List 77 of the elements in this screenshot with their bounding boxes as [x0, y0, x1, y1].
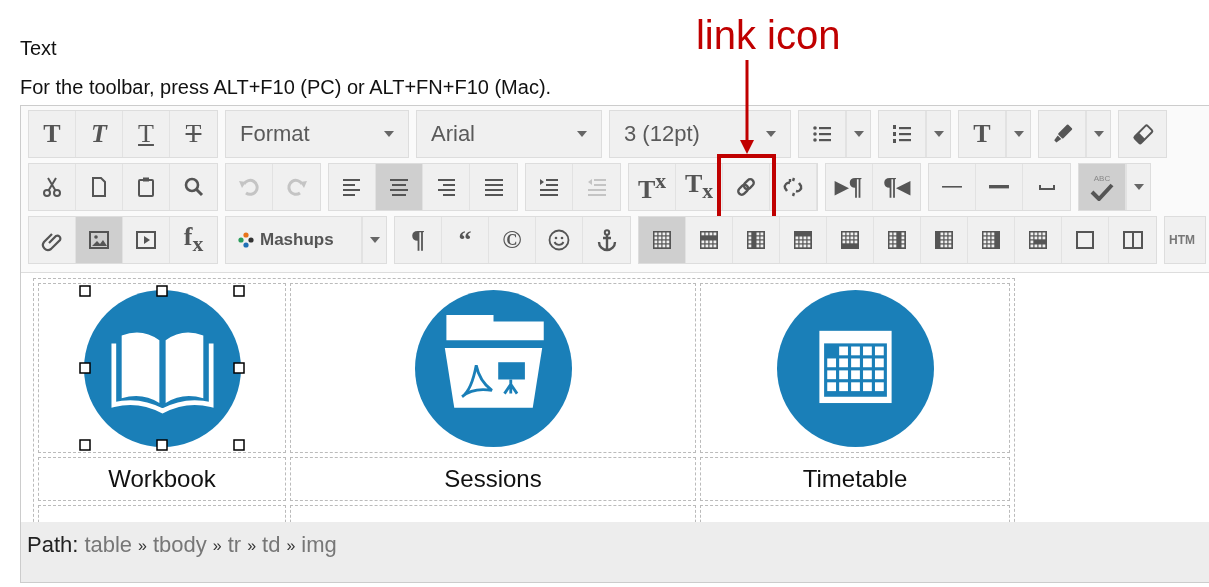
- caret-icon: [1013, 131, 1024, 137]
- toolbar-button[interactable]: ¶◂: [873, 164, 920, 210]
- toolbar-button[interactable]: T: [76, 111, 123, 157]
- caret-icon: [1133, 184, 1144, 190]
- caret-icon: [384, 131, 394, 137]
- space-icon: [1038, 184, 1055, 190]
- resize-handle[interactable]: [156, 439, 168, 451]
- table-icon: [932, 228, 956, 252]
- resize-handle[interactable]: [233, 362, 245, 374]
- resize-handle[interactable]: [79, 285, 91, 297]
- toolbar-button[interactable]: T$^{x}$: [629, 164, 676, 210]
- caret-icon: [369, 237, 380, 243]
- table-icon: [744, 228, 768, 252]
- resize-handle[interactable]: [233, 439, 245, 451]
- toolbar-button[interactable]: T: [959, 111, 1006, 157]
- columns-icon: [1120, 228, 1145, 252]
- checkmark-icon: [1089, 182, 1115, 201]
- breadcrumb-separator: »: [138, 536, 147, 556]
- breadcrumb-link[interactable]: td: [262, 532, 281, 558]
- eraser-icon: [1130, 122, 1155, 146]
- play-frame-icon: [134, 228, 158, 252]
- table-icon: [1026, 228, 1050, 252]
- breadcrumb-link[interactable]: table: [84, 532, 133, 558]
- thin-line-icon: [942, 186, 962, 188]
- table-icon: [885, 228, 909, 252]
- resize-handle[interactable]: [233, 285, 245, 297]
- path-label: Path:: [27, 532, 79, 558]
- table-icon: [838, 228, 862, 252]
- mashups-menu-button[interactable]: Mashups: [226, 217, 362, 263]
- table-icon: [791, 228, 815, 252]
- toolbar-button[interactable]: [639, 217, 686, 263]
- caret-icon: [766, 131, 776, 137]
- breadcrumb-separator: »: [247, 536, 257, 556]
- dropdown-select[interactable]: Arial: [417, 111, 601, 157]
- scissors-icon: [40, 175, 64, 199]
- dropdown-select[interactable]: 3 (12pt): [610, 111, 790, 157]
- toolbar-button[interactable]: [76, 217, 123, 263]
- table-icon: [650, 228, 674, 252]
- toolbar-button[interactable]: HTM: [1165, 217, 1205, 263]
- table-cell: Sessions: [444, 465, 542, 492]
- field-label: Text: [20, 36, 57, 60]
- toolbar-button[interactable]: [376, 164, 423, 210]
- caret-icon: [853, 131, 864, 137]
- resize-handle[interactable]: [79, 439, 91, 451]
- caret-icon: [577, 131, 587, 137]
- toolbar-button[interactable]: ▸¶: [826, 164, 873, 210]
- caret-icon: [933, 131, 944, 137]
- caret-icon: [1093, 131, 1104, 137]
- smiley-icon: [547, 228, 571, 252]
- link-icon: [734, 175, 758, 199]
- image-icon: [87, 228, 111, 252]
- table-icon: [979, 228, 1003, 252]
- table-cell: Workbook: [108, 465, 216, 492]
- toolbar-button[interactable]: “: [442, 217, 489, 263]
- square-icon: [1073, 228, 1097, 252]
- annotation-label: link icon: [695, 12, 841, 58]
- breadcrumb-link[interactable]: tbody: [153, 532, 207, 558]
- numbered-list-icon: [890, 122, 914, 146]
- toolbar-button[interactable]: ©: [489, 217, 536, 263]
- breadcrumb-separator: »: [212, 536, 222, 556]
- breadcrumb-link[interactable]: img: [301, 532, 337, 558]
- toolbar-button[interactable]: T$_{x}$: [676, 164, 723, 210]
- toolbar-button[interactable]: ¶: [395, 217, 442, 263]
- toolbar-button[interactable]: T: [29, 111, 76, 157]
- toolbar-button[interactable]: T: [123, 111, 170, 157]
- toolbar-button[interactable]: f$_{x}$: [170, 217, 217, 263]
- dots-icon: [238, 232, 254, 248]
- dropdown-select[interactable]: Format: [226, 111, 408, 157]
- toolbar-button[interactable]: T: [170, 111, 217, 157]
- resize-handle[interactable]: [156, 285, 168, 297]
- broken-link-icon: [781, 175, 805, 199]
- resize-handle[interactable]: [79, 362, 91, 374]
- instructions: For the toolbar, press ALT+F10 (PC) or ALT+FN+F10 (Mac).: [20, 75, 552, 99]
- table-cell: Timetable: [802, 465, 908, 492]
- breadcrumb-link[interactable]: tr: [227, 532, 242, 558]
- table-icon: [697, 228, 721, 252]
- breadcrumb-separator: »: [286, 536, 296, 556]
